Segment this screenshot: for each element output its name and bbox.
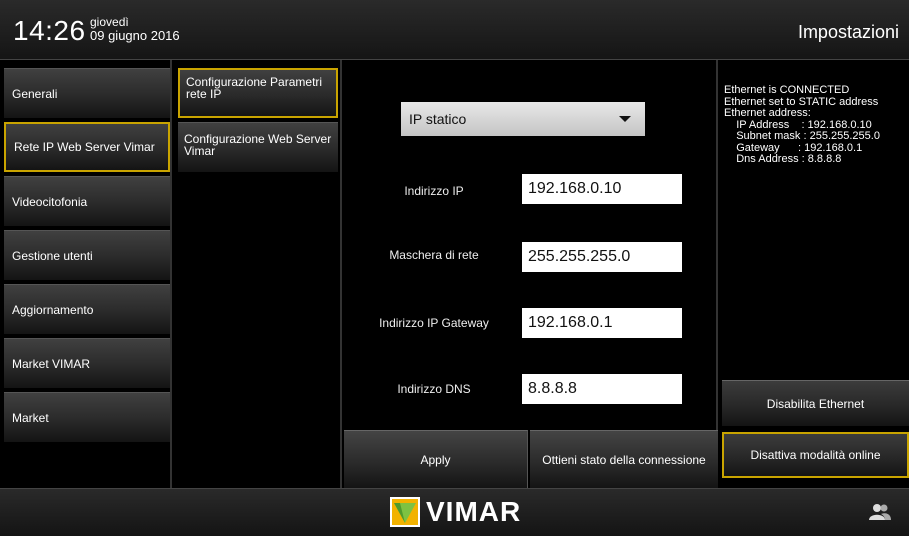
dns-field[interactable]: 8.8.8.8 [522, 374, 682, 404]
disable-ethernet-label: Disabilita Ethernet [766, 396, 865, 411]
ip-address-label: Indirizzo IP [404, 184, 464, 198]
status-line: Ethernet is CONNECTED [724, 84, 850, 96]
submenu-item-parametri-rete[interactable]: Configurazione Parametri rete IP [178, 68, 338, 118]
menu-item-label: Rete IP Web Server Vimar [14, 140, 155, 154]
vimar-logo-icon [390, 497, 420, 527]
menu-item-label: Gestione utenti [12, 248, 93, 263]
top-bar: 14:26 giovedì 09 giugno 2016 Impostazion… [0, 0, 909, 60]
menu-item-videocitofonia[interactable]: Videocitofonia [4, 176, 170, 226]
connection-status-text: Ethernet is CONNECTED Ethernet set to STA… [724, 84, 880, 166]
vimar-logo[interactable]: VIMAR [390, 496, 521, 528]
menu-item-rete-ip[interactable]: Rete IP Web Server Vimar [4, 122, 170, 172]
apply-button[interactable]: Apply [344, 430, 528, 488]
users-icon[interactable] [869, 503, 891, 526]
subnet-mask-label: Maschera di rete [389, 248, 479, 262]
menu-item-label: Market VIMAR [12, 356, 91, 371]
menu-item-gestione-utenti[interactable]: Gestione utenti [4, 230, 170, 280]
disable-online-mode-button[interactable]: Disattiva modalità online [722, 432, 909, 478]
page-title: Impostazioni [797, 22, 899, 42]
menu-item-label: Aggiornamento [12, 302, 94, 317]
ip-mode-select[interactable]: IP statico [401, 102, 645, 136]
status-panel: Ethernet is CONNECTED Ethernet set to STA… [720, 60, 909, 488]
menu-item-label: Generali [12, 86, 58, 101]
date: 09 giugno 2016 [90, 28, 180, 43]
clock-time: 14:26 [13, 15, 86, 46]
apply-button-label: Apply [420, 452, 451, 467]
brand-name: VIMAR [426, 496, 522, 527]
ip-mode-value: IP statico [409, 111, 467, 127]
menu-item-market[interactable]: Market [4, 392, 170, 442]
gateway-label: Indirizzo IP Gateway [379, 316, 489, 330]
menu-item-label: Videocitofonia [12, 194, 88, 209]
submenu-item-web-server[interactable]: Configurazione Web Server Vimar [178, 122, 338, 172]
sub-menu: Configurazione Parametri rete IP Configu… [174, 60, 342, 488]
menu-item-generali[interactable]: Generali [4, 68, 170, 118]
connection-status-button-label: Ottieni stato della connessione [542, 452, 706, 467]
submenu-item-label: Configurazione Parametri rete IP [186, 75, 323, 101]
menu-item-market-vimar[interactable]: Market VIMAR [4, 338, 170, 388]
subnet-mask-field[interactable]: 255.255.255.0 [522, 242, 682, 272]
ip-address-field[interactable]: 192.168.0.10 [522, 174, 682, 204]
status-line: Dns Address : 8.8.8.8 [724, 153, 842, 165]
gateway-field[interactable]: 192.168.0.1 [522, 308, 682, 338]
status-line: Subnet mask : 255.255.255.0 [724, 130, 880, 142]
connection-status-button[interactable]: Ottieni stato della connessione [530, 430, 718, 488]
submenu-item-label: Configurazione Web Server Vimar [184, 132, 332, 158]
dns-label: Indirizzo DNS [397, 382, 471, 396]
disable-online-mode-label: Disattiva modalità online [750, 448, 881, 462]
status-line: Ethernet address: [724, 107, 811, 119]
menu-item-aggiornamento[interactable]: Aggiornamento [4, 284, 170, 334]
bottom-bar: VIMAR [0, 488, 909, 536]
disable-ethernet-button[interactable]: Disabilita Ethernet [722, 380, 909, 426]
chevron-down-icon [619, 116, 631, 122]
menu-item-label: Market [12, 410, 49, 425]
network-form: IP statico Indirizzo IP 192.168.0.10 Mas… [344, 60, 718, 488]
weekday: giovedì [90, 15, 129, 29]
main-menu: Generali Rete IP Web Server Vimar Videoc… [0, 60, 172, 488]
